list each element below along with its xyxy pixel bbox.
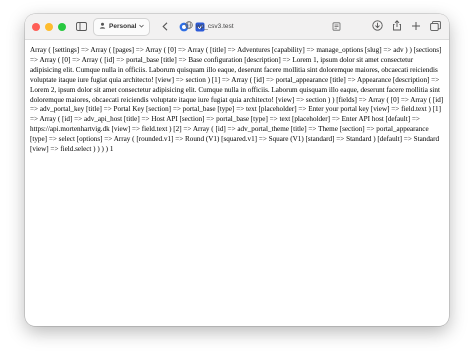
- toolbar-actions: [372, 20, 441, 31]
- tab-overview-icon[interactable]: [430, 20, 441, 31]
- reader-icon[interactable]: [332, 22, 341, 31]
- desktop: Personal wp_csv3.test Array ([settings]…: [0, 0, 474, 358]
- zoom-window-button[interactable]: [58, 22, 66, 31]
- plus-icon[interactable]: [411, 21, 421, 31]
- profile-button[interactable]: Personal: [93, 17, 151, 36]
- browser-toolbar: Personal wp_csv3.test: [25, 14, 449, 40]
- php-array-dump: Array ( [settings] => Array ( [pages] =>…: [30, 46, 444, 154]
- address-bar[interactable]: wp_csv3.test: [185, 21, 234, 31]
- page-content: Array ( [settings] => Array ( [pages] =>…: [25, 40, 449, 155]
- sidebar-icon[interactable]: [76, 22, 87, 31]
- minimize-window-button[interactable]: [45, 22, 53, 31]
- profile-label: Personal: [109, 23, 137, 30]
- chevron-down-icon: [139, 23, 145, 30]
- window-controls: [32, 22, 66, 31]
- person-icon: [99, 22, 106, 31]
- url-text: wp_csv3.test: [196, 22, 234, 30]
- share-icon[interactable]: [392, 20, 402, 31]
- download-icon[interactable]: [372, 20, 383, 31]
- browser-window: Personal wp_csv3.test Array ([settings]…: [25, 14, 449, 326]
- globe-icon: [185, 21, 193, 31]
- back-arrow-icon[interactable]: [162, 22, 168, 31]
- close-window-button[interactable]: [32, 22, 40, 31]
